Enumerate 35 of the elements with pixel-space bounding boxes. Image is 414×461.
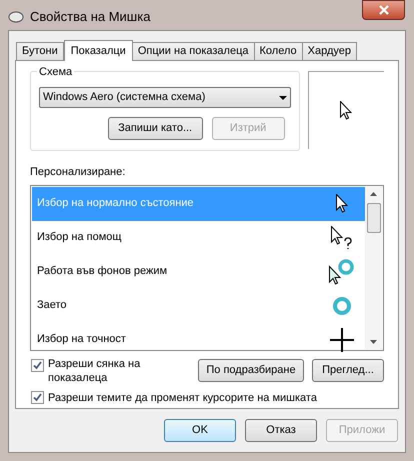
tab[interactable]: Хардуер xyxy=(302,42,357,60)
close-button[interactable] xyxy=(362,0,405,20)
tab[interactable]: Показалци xyxy=(64,40,133,61)
dialog-button[interactable]: Отказ xyxy=(245,419,317,442)
tab[interactable]: Опции на показалеца xyxy=(132,42,254,60)
crosshair-icon xyxy=(330,328,354,352)
preview-arrow-icon xyxy=(340,101,352,120)
dialog-button[interactable]: Преглед... xyxy=(312,358,384,382)
cursor-list-item[interactable]: Избор на помощ xyxy=(32,220,365,254)
dialog-button[interactable]: По подразбиране xyxy=(198,358,304,382)
scrollbar[interactable] xyxy=(365,186,382,348)
scheme-button[interactable]: Запиши като... xyxy=(108,117,203,140)
close-icon xyxy=(378,5,388,15)
busy-arrow-cursor-icon xyxy=(329,258,355,284)
checkbox[interactable] xyxy=(31,391,44,404)
cursor-list-item[interactable]: Работа във фонов режим xyxy=(32,254,365,288)
cursor-list-item[interactable]: Избор на точност xyxy=(32,322,365,356)
section-label: Персонализиране: xyxy=(30,165,126,180)
checkbox-label: Разреши темите да променят курсорите на мишката xyxy=(48,390,317,406)
tab[interactable]: Бутони xyxy=(16,42,64,60)
window-title: Свойства на Мишка xyxy=(30,8,150,26)
help-cursor-icon xyxy=(331,226,353,250)
scroll-down-icon xyxy=(370,340,377,344)
checkbox-label: Разреши сянка на показалеца xyxy=(48,356,142,384)
tab[interactable]: Колело xyxy=(254,42,303,60)
checkbox[interactable] xyxy=(31,358,44,372)
scheme-dropdown[interactable]: Windows Aero (системна схема) xyxy=(39,87,291,108)
mouse-icon xyxy=(8,10,24,24)
scroll-thumb[interactable] xyxy=(366,202,380,232)
dropdown-arrow-icon xyxy=(278,96,287,100)
dialog-button[interactable]: OK xyxy=(164,419,236,442)
arrow-cursor-icon xyxy=(336,194,348,213)
busy-ring-icon xyxy=(332,296,352,316)
scroll-up-icon xyxy=(370,192,377,196)
cursor-list-item[interactable]: Заето xyxy=(32,288,365,322)
